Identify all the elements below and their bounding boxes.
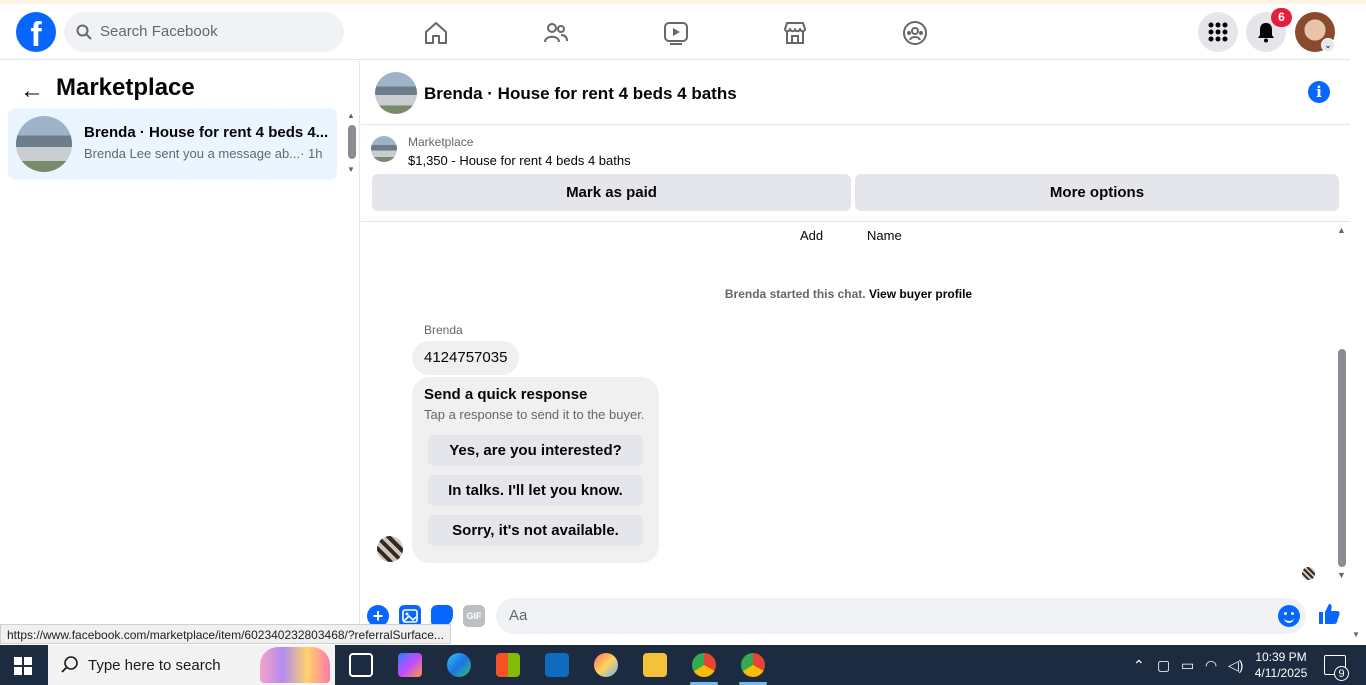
like-thumb-icon[interactable] xyxy=(1317,602,1341,628)
friends-icon[interactable] xyxy=(543,20,569,46)
listing-small-thumbnail[interactable] xyxy=(371,136,397,162)
taskbar-clock[interactable]: 10:39 PM 4/11/2025 xyxy=(1250,649,1312,681)
outlook-icon[interactable] xyxy=(545,653,569,677)
grid-menu-icon xyxy=(1208,22,1228,42)
taskbar-search[interactable]: Type here to search xyxy=(48,645,335,685)
name-contact-label[interactable]: Name xyxy=(867,228,902,243)
chat-header: Brenda · House for rent 4 beds 4 baths i xyxy=(361,61,1350,125)
thumbs-up-icon xyxy=(1319,604,1340,624)
clock-time: 10:39 PM xyxy=(1255,650,1307,664)
chat-title[interactable]: Brenda · House for rent 4 beds 4 baths xyxy=(424,84,737,104)
quick-response-subtitle: Tap a response to send it to the buyer. xyxy=(424,407,645,422)
preview-text: Brenda Lee sent you a message ab... xyxy=(84,146,301,161)
windows-start-icon[interactable] xyxy=(14,657,32,675)
scroll-thumb[interactable] xyxy=(348,125,356,159)
scroll-up-arrow[interactable]: ▲ xyxy=(1337,225,1346,235)
chat-started-notice: Brenda started this chat. View buyer pro… xyxy=(361,287,1336,301)
wifi-icon[interactable]: ◠ xyxy=(1205,657,1217,674)
scroll-up-arrow[interactable]: ▲ xyxy=(347,111,355,120)
task-view-icon[interactable] xyxy=(349,653,373,677)
marketplace-inbox-panel: ← Marketplace Brenda · House for rent 4 … xyxy=(0,61,360,645)
quick-response-option[interactable]: Sorry, it's not available. xyxy=(428,515,643,546)
view-buyer-profile-link[interactable]: View buyer profile xyxy=(869,287,972,301)
emoji-icon[interactable] xyxy=(1278,605,1300,627)
marketplace-icon[interactable] xyxy=(782,20,808,46)
notification-center-count: 9 xyxy=(1334,666,1349,681)
conversation-preview: Brenda Lee sent you a message ab...· 1h xyxy=(84,146,323,161)
menu-button[interactable] xyxy=(1198,12,1238,52)
groups-icon[interactable] xyxy=(902,20,928,46)
quick-response-option[interactable]: Yes, are you interested? xyxy=(428,435,643,466)
thread-scrollbar[interactable]: ▲ ▼ xyxy=(1336,223,1350,588)
page-scroll-down-arrow[interactable]: ▼ xyxy=(1352,630,1360,639)
edge-icon[interactable] xyxy=(447,653,471,677)
scroll-down-arrow[interactable]: ▼ xyxy=(1337,570,1346,580)
battery-icon[interactable]: ▭ xyxy=(1181,657,1194,674)
sender-avatar[interactable] xyxy=(377,536,403,562)
chrome-profile-icon[interactable] xyxy=(741,653,765,677)
conversation-title: Brenda · House for rent 4 beds 4... xyxy=(84,124,329,141)
listing-thumbnail xyxy=(16,116,72,172)
more-options-button[interactable]: More options xyxy=(855,174,1339,211)
quick-response-option[interactable]: In talks. I'll let you know. xyxy=(428,475,643,506)
chevron-down-icon[interactable]: ⌄ xyxy=(1321,38,1335,52)
video-icon[interactable] xyxy=(663,20,689,46)
search-placeholder: Search Facebook xyxy=(100,23,218,40)
panel-title: Marketplace xyxy=(56,74,195,101)
message-placeholder: Aa xyxy=(509,607,528,624)
listing-source-label: Marketplace xyxy=(408,135,474,149)
meet-icon[interactable]: ▢ xyxy=(1157,657,1170,674)
search-icon xyxy=(61,656,78,673)
chevron-up-icon[interactable]: ⌃ xyxy=(1133,657,1145,674)
seen-indicator-avatar xyxy=(1302,567,1315,580)
notification-badge: 6 xyxy=(1271,8,1292,27)
listing-info-bar: Marketplace $1,350 - House for rent 4 be… xyxy=(361,126,1350,222)
quick-response-card: Send a quick response Tap a response to … xyxy=(412,377,659,563)
listing-price-title[interactable]: $1,350 - House for rent 4 beds 4 baths xyxy=(408,153,631,168)
taskbar-search-placeholder: Type here to search xyxy=(88,657,221,674)
message-composer: + GIF Aa xyxy=(361,592,1350,640)
scroll-down-arrow[interactable]: ▼ xyxy=(347,165,355,174)
sender-name: Brenda xyxy=(424,323,463,337)
conversation-item[interactable]: Brenda · House for rent 4 beds 4... Bren… xyxy=(8,108,337,180)
info-icon[interactable]: i xyxy=(1308,81,1330,103)
left-scrollbar[interactable]: ▲ ▼ xyxy=(347,111,357,175)
preview-time: · 1h xyxy=(300,146,323,161)
gif-icon[interactable]: GIF xyxy=(463,605,485,627)
chat-listing-avatar[interactable] xyxy=(375,72,417,114)
clock-date: 4/11/2025 xyxy=(1254,666,1308,680)
home-icon[interactable] xyxy=(423,20,449,46)
top-navbar: f Search Facebook 6 ⌄ xyxy=(0,4,1350,60)
copilot-icon[interactable] xyxy=(398,653,422,677)
windows-taskbar: Type here to search ⌃ ▢ ▭ ◠ ◁) 10:39 PM … xyxy=(0,645,1366,685)
search-icon xyxy=(76,24,92,40)
mark-as-paid-button[interactable]: Mark as paid xyxy=(372,174,851,211)
message-bubble[interactable]: 4124757035 xyxy=(412,341,520,375)
message-thread: Add Name Brenda started this chat. View … xyxy=(361,223,1336,588)
paint-icon[interactable] xyxy=(594,653,618,677)
store-icon[interactable] xyxy=(496,653,520,677)
file-explorer-icon[interactable] xyxy=(643,653,667,677)
scroll-thumb[interactable] xyxy=(1338,349,1346,567)
quick-response-title: Send a quick response xyxy=(424,386,588,403)
back-arrow-icon[interactable]: ← xyxy=(20,77,44,105)
chrome-icon[interactable] xyxy=(692,653,716,677)
link-status-url: https://www.facebook.com/marketplace/ite… xyxy=(0,624,451,644)
facebook-logo[interactable]: f xyxy=(16,12,56,52)
search-input[interactable]: Search Facebook xyxy=(64,12,344,52)
volume-icon[interactable]: ◁) xyxy=(1228,657,1243,674)
add-contact-label[interactable]: Add xyxy=(800,228,823,243)
search-highlight-image xyxy=(260,647,330,683)
started-text: Brenda started this chat. xyxy=(724,287,866,301)
message-input[interactable]: Aa xyxy=(496,598,1306,634)
